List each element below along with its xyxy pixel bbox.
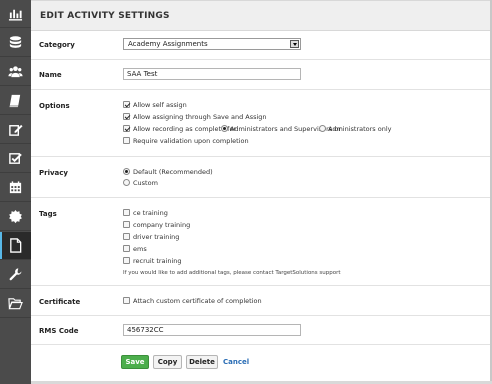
users-icon (8, 66, 23, 78)
name-label: Name (39, 71, 62, 79)
tag-label: ems (133, 245, 147, 253)
divider (31, 285, 490, 286)
sidebar-item-users[interactable] (0, 58, 31, 86)
divider (31, 344, 490, 345)
sidebar-item-library[interactable] (0, 87, 31, 115)
tags-label: Tags (39, 210, 57, 218)
sidebar-item-edit[interactable] (0, 116, 31, 144)
privacy-default-radio[interactable] (123, 168, 130, 175)
allow-save-assign-label: Allow assigning through Save and Assign (133, 113, 267, 121)
allow-recording-checkbox[interactable] (123, 125, 130, 132)
calendar-icon (9, 181, 22, 194)
sidebar-item-files[interactable] (0, 290, 31, 318)
options-label: Options (39, 102, 70, 110)
privacy-label: Privacy (39, 169, 68, 177)
category-selected-value: Academy Assignments (128, 40, 208, 48)
category-label: Category (39, 41, 75, 49)
require-validation-checkbox[interactable] (123, 137, 130, 144)
sidebar-item-tools[interactable] (0, 261, 31, 289)
rms-code-label: RMS Code (39, 327, 79, 335)
sidebar-item-database[interactable] (0, 29, 31, 57)
privacy-custom-radio[interactable] (123, 179, 130, 186)
sidebar-item-reports[interactable] (0, 0, 31, 28)
divider (31, 315, 490, 316)
sidebar-item-calendar[interactable] (0, 174, 31, 202)
wrench-icon (9, 268, 22, 281)
rms-code-input[interactable]: 456732CC (123, 324, 301, 336)
sidebar-item-activities[interactable] (0, 232, 31, 260)
badge-icon (9, 209, 22, 224)
certificate-label: Certificate (39, 298, 81, 306)
document-icon (10, 238, 22, 253)
require-validation-label: Require validation upon completion (133, 137, 249, 145)
allow-self-assign-checkbox[interactable] (123, 101, 130, 108)
folder-open-icon (8, 298, 23, 310)
book-icon (9, 94, 21, 108)
divider (31, 156, 490, 157)
sidebar-item-certifications[interactable] (0, 203, 31, 231)
tag-label: company training (133, 221, 191, 229)
divider (31, 89, 490, 90)
divider (31, 197, 490, 198)
name-input[interactable]: SAA Test (123, 68, 301, 80)
sidebar-item-tasks[interactable] (0, 145, 31, 173)
privacy-default-label: Default (Recommended) (133, 168, 213, 176)
database-icon (9, 36, 22, 48)
tags-support-note: If you would like to add additional tags… (123, 270, 341, 276)
tag-checkbox[interactable] (123, 221, 130, 228)
tag-checkbox[interactable] (123, 257, 130, 264)
tag-label: recruit training (133, 257, 182, 265)
main-panel: EDIT ACTIVITY SETTINGS Category Academy … (31, 0, 490, 384)
admins-only-label: Administrators only (328, 125, 392, 133)
copy-button[interactable]: Copy (153, 355, 182, 369)
bar-chart-icon (8, 9, 23, 21)
tag-label: driver training (133, 233, 180, 241)
category-select[interactable]: Academy Assignments (123, 38, 301, 50)
privacy-custom-label: Custom (133, 179, 158, 187)
cancel-link[interactable]: Cancel (223, 358, 249, 366)
page-title: EDIT ACTIVITY SETTINGS (40, 11, 170, 21)
admins-supervisors-radio[interactable] (221, 125, 228, 132)
attach-certificate-checkbox[interactable] (123, 297, 130, 304)
attach-certificate-label: Attach custom certificate of completion (133, 297, 262, 305)
sidebar (0, 0, 31, 384)
allow-save-assign-checkbox[interactable] (123, 113, 130, 120)
page-header: EDIT ACTIVITY SETTINGS (31, 0, 490, 31)
delete-button[interactable]: Delete (186, 355, 218, 369)
allow-self-assign-label: Allow self assign (133, 101, 187, 109)
save-button[interactable]: Save (121, 355, 149, 369)
tag-checkbox[interactable] (123, 209, 130, 216)
chevron-down-icon (290, 40, 299, 48)
tag-checkbox[interactable] (123, 233, 130, 240)
divider (31, 59, 490, 60)
admins-only-radio[interactable] (319, 125, 326, 132)
tag-label: ce training (133, 209, 168, 217)
checkbox-icon (9, 153, 22, 164)
tag-checkbox[interactable] (123, 245, 130, 252)
edit-icon (9, 124, 23, 136)
